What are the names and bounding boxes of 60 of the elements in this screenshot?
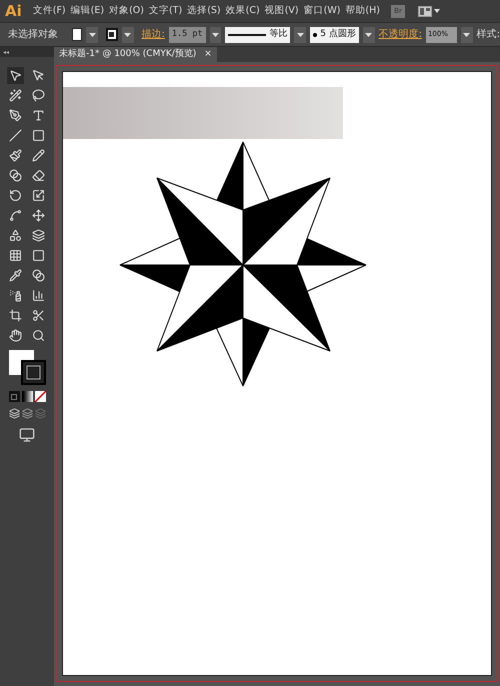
caret-icon <box>296 32 304 36</box>
menu-item[interactable]: 视图(V) <box>264 4 299 18</box>
magic-wand-tool-icon[interactable] <box>7 87 24 104</box>
zoom-tool-icon[interactable] <box>30 327 47 344</box>
app-logo: Ai <box>5 0 22 22</box>
scale-tool-icon[interactable] <box>30 187 47 204</box>
menu-item[interactable]: 选择(S) <box>187 4 221 18</box>
hand-tool-icon[interactable] <box>7 327 24 344</box>
menu-item[interactable]: 文字(T) <box>148 4 182 18</box>
brush-label: 5 点圆形 <box>320 28 356 41</box>
rectangle-tool-icon[interactable] <box>30 127 47 144</box>
stroke-dropdown[interactable] <box>122 26 134 42</box>
menu-item[interactable]: 文件(F) <box>32 4 66 18</box>
none-mode-icon[interactable] <box>34 391 46 402</box>
brush-dropdown[interactable] <box>362 26 375 42</box>
menu-item[interactable]: 效果(C) <box>226 4 260 18</box>
symbol-sprayer-tool-icon[interactable] <box>7 287 24 304</box>
pen-tool-icon[interactable] <box>7 107 24 124</box>
caret-icon <box>365 32 372 36</box>
paintbrush-tool-icon[interactable] <box>7 147 24 164</box>
artboard-tool-icon[interactable] <box>7 307 24 324</box>
fill-stroke-swatches-icon[interactable] <box>8 350 46 385</box>
stroke-profile-field[interactable]: 等比 <box>225 26 290 42</box>
profile-label: 等比 <box>269 28 288 41</box>
gradient-mode-icon[interactable] <box>22 391 32 402</box>
caret-icon <box>124 32 132 36</box>
fill-swatch[interactable] <box>72 28 82 41</box>
caret-icon <box>88 32 96 36</box>
mesh-tool-icon[interactable] <box>7 247 24 264</box>
shape-builder-tool-icon[interactable] <box>7 227 24 244</box>
stroke-link[interactable]: 描边: <box>142 27 165 42</box>
menu-item[interactable]: 对象(O) <box>109 4 144 18</box>
color-mode-icon[interactable] <box>8 391 20 402</box>
stroke-weight-field[interactable]: 1.5 pt <box>168 26 206 42</box>
opacity-dropdown[interactable] <box>460 26 473 42</box>
menu-item[interactable]: 窗口(W) <box>304 4 340 18</box>
caret-icon <box>212 32 220 36</box>
stroke-swatch-icon[interactable] <box>106 28 118 41</box>
caret-icon <box>463 32 470 36</box>
stroke-weight-dropdown[interactable] <box>210 26 222 42</box>
selection-status: 未选择对象 <box>8 28 58 42</box>
close-tab-button[interactable]: × <box>204 48 212 62</box>
workspace-layout-icon[interactable] <box>418 6 440 16</box>
document-tab[interactable]: 未标题-1* @ 100% (CMYK/预览) × <box>54 47 217 62</box>
fill-dropdown[interactable] <box>86 26 98 42</box>
pencil-tool-icon[interactable] <box>30 147 47 164</box>
line-tool-icon[interactable] <box>7 127 24 144</box>
style-label: 样式: <box>476 28 500 42</box>
rotate-tool-icon[interactable] <box>7 187 24 204</box>
eyedropper-tool-icon[interactable] <box>7 267 24 284</box>
graph-tool-icon[interactable] <box>30 287 47 304</box>
screen-mode-icon[interactable] <box>19 427 35 443</box>
menu-item[interactable]: 帮助(H) <box>345 4 380 18</box>
brush-field[interactable]: 5 点圆形 <box>310 26 359 42</box>
lasso-tool-icon[interactable] <box>30 87 47 104</box>
profile-dropdown[interactable] <box>294 26 306 42</box>
selection-tool-icon[interactable] <box>7 67 24 84</box>
opacity-link[interactable]: 不透明度: <box>378 27 422 42</box>
menu-item[interactable]: 编辑(E) <box>70 4 104 18</box>
eraser-tool-icon[interactable] <box>30 167 47 184</box>
